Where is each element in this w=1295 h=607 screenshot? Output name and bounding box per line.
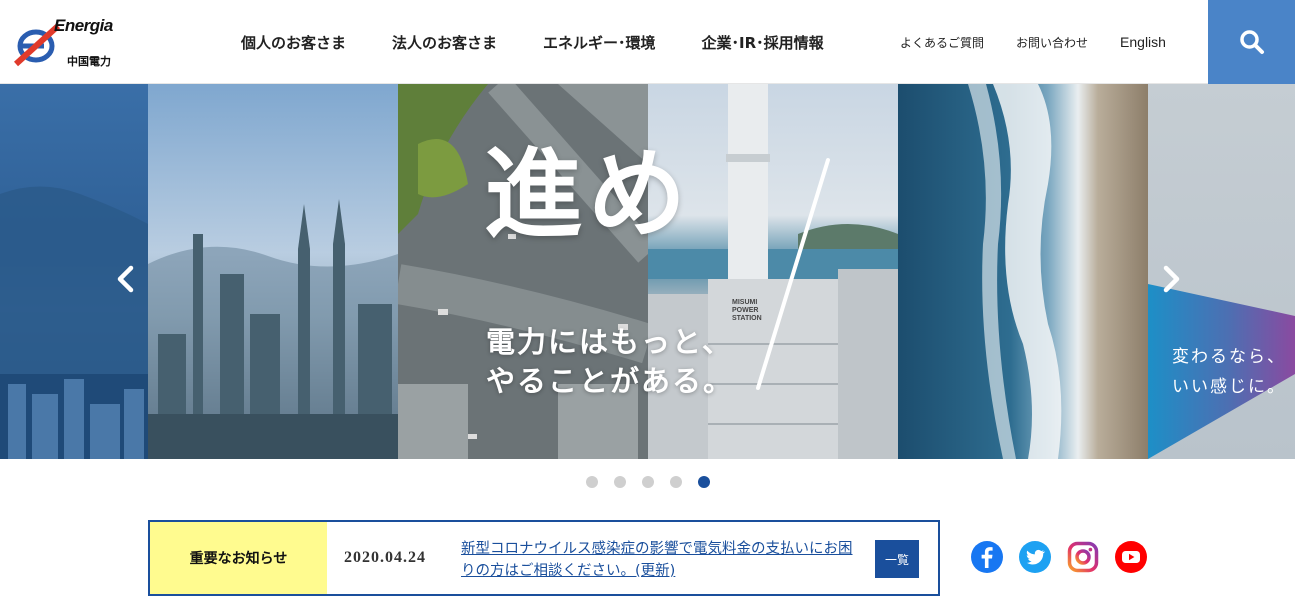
notice-link[interactable]: 新型コロナウイルス感染症の影響で電気料金の支払いにお困りの方はご相談ください。(… — [461, 538, 861, 582]
instagram-icon — [1067, 541, 1099, 573]
search-button[interactable] — [1208, 0, 1295, 84]
carousel-dot-2[interactable] — [614, 476, 626, 488]
nav-energy-environment[interactable]: エネルギー･環境 — [520, 32, 679, 53]
carousel-dot-1[interactable] — [586, 476, 598, 488]
hero-panel-road — [398, 84, 648, 459]
aerial-road-image — [398, 84, 648, 459]
city-skyline-image — [148, 199, 398, 459]
instagram-link[interactable] — [1067, 541, 1099, 573]
energia-logo[interactable]: Energia 中国電力 — [14, 14, 124, 72]
utility-nav: よくあるご質問 お問い合わせ English — [884, 0, 1182, 84]
twitter-link[interactable] — [1019, 541, 1051, 573]
carousel-prev-button[interactable] — [111, 264, 141, 294]
chevron-right-icon — [1163, 265, 1180, 293]
important-notice: 重要なお知らせ 2020.04.24 新型コロナウイルス感染症の影響で電気料金の… — [148, 520, 940, 596]
search-icon — [1239, 30, 1264, 54]
youtube-icon — [1122, 551, 1140, 563]
social-links — [971, 541, 1147, 573]
carousel-pagination — [586, 476, 710, 488]
nav-faq[interactable]: よくあるご質問 — [884, 34, 1000, 51]
youtube-link[interactable] — [1115, 541, 1147, 573]
logo-text-en: Energia — [54, 16, 113, 35]
notice-date: 2020.04.24 — [344, 549, 426, 566]
nav-personal[interactable]: 個人のお客さま — [218, 32, 369, 53]
facebook-link[interactable] — [971, 541, 1003, 573]
hero-panel-sea — [898, 84, 1148, 459]
notice-list-button[interactable]: 一覧 — [875, 540, 919, 578]
carousel-next-button[interactable] — [1156, 264, 1186, 294]
carousel-dot-3[interactable] — [642, 476, 654, 488]
hero-panel-power-plant: MISUMI POWER STATION — [648, 84, 898, 459]
twitter-icon — [1026, 549, 1045, 565]
hero-panel-city — [148, 84, 398, 459]
power-station-image — [648, 84, 898, 459]
carousel-dot-5[interactable] — [698, 476, 710, 488]
site-header: Energia 中国電力 個人のお客さま 法人のお客さま エネルギー･環境 企業… — [0, 0, 1295, 84]
nav-english[interactable]: English — [1104, 34, 1182, 50]
carousel-dot-4[interactable] — [670, 476, 682, 488]
nav-business[interactable]: 法人のお客さま — [369, 32, 520, 53]
logo-text-jp: 中国電力 — [67, 55, 111, 68]
global-nav: 個人のお客さま 法人のお客さま エネルギー･環境 企業･IR･採用情報 — [218, 0, 847, 84]
chevron-left-icon — [117, 265, 134, 293]
coastline-image — [968, 84, 1062, 459]
facebook-icon — [981, 547, 993, 568]
power-station-sign: MISUMI POWER STATION — [732, 299, 762, 322]
notice-label: 重要なお知らせ — [150, 522, 327, 594]
nav-contact[interactable]: お問い合わせ — [1000, 34, 1104, 51]
hero-carousel: MISUMI POWER STATION 進め 電力にはもっと、 やることがある… — [0, 84, 1295, 459]
nav-corporate-ir-recruit[interactable]: 企業･IR･採用情報 — [679, 32, 847, 53]
